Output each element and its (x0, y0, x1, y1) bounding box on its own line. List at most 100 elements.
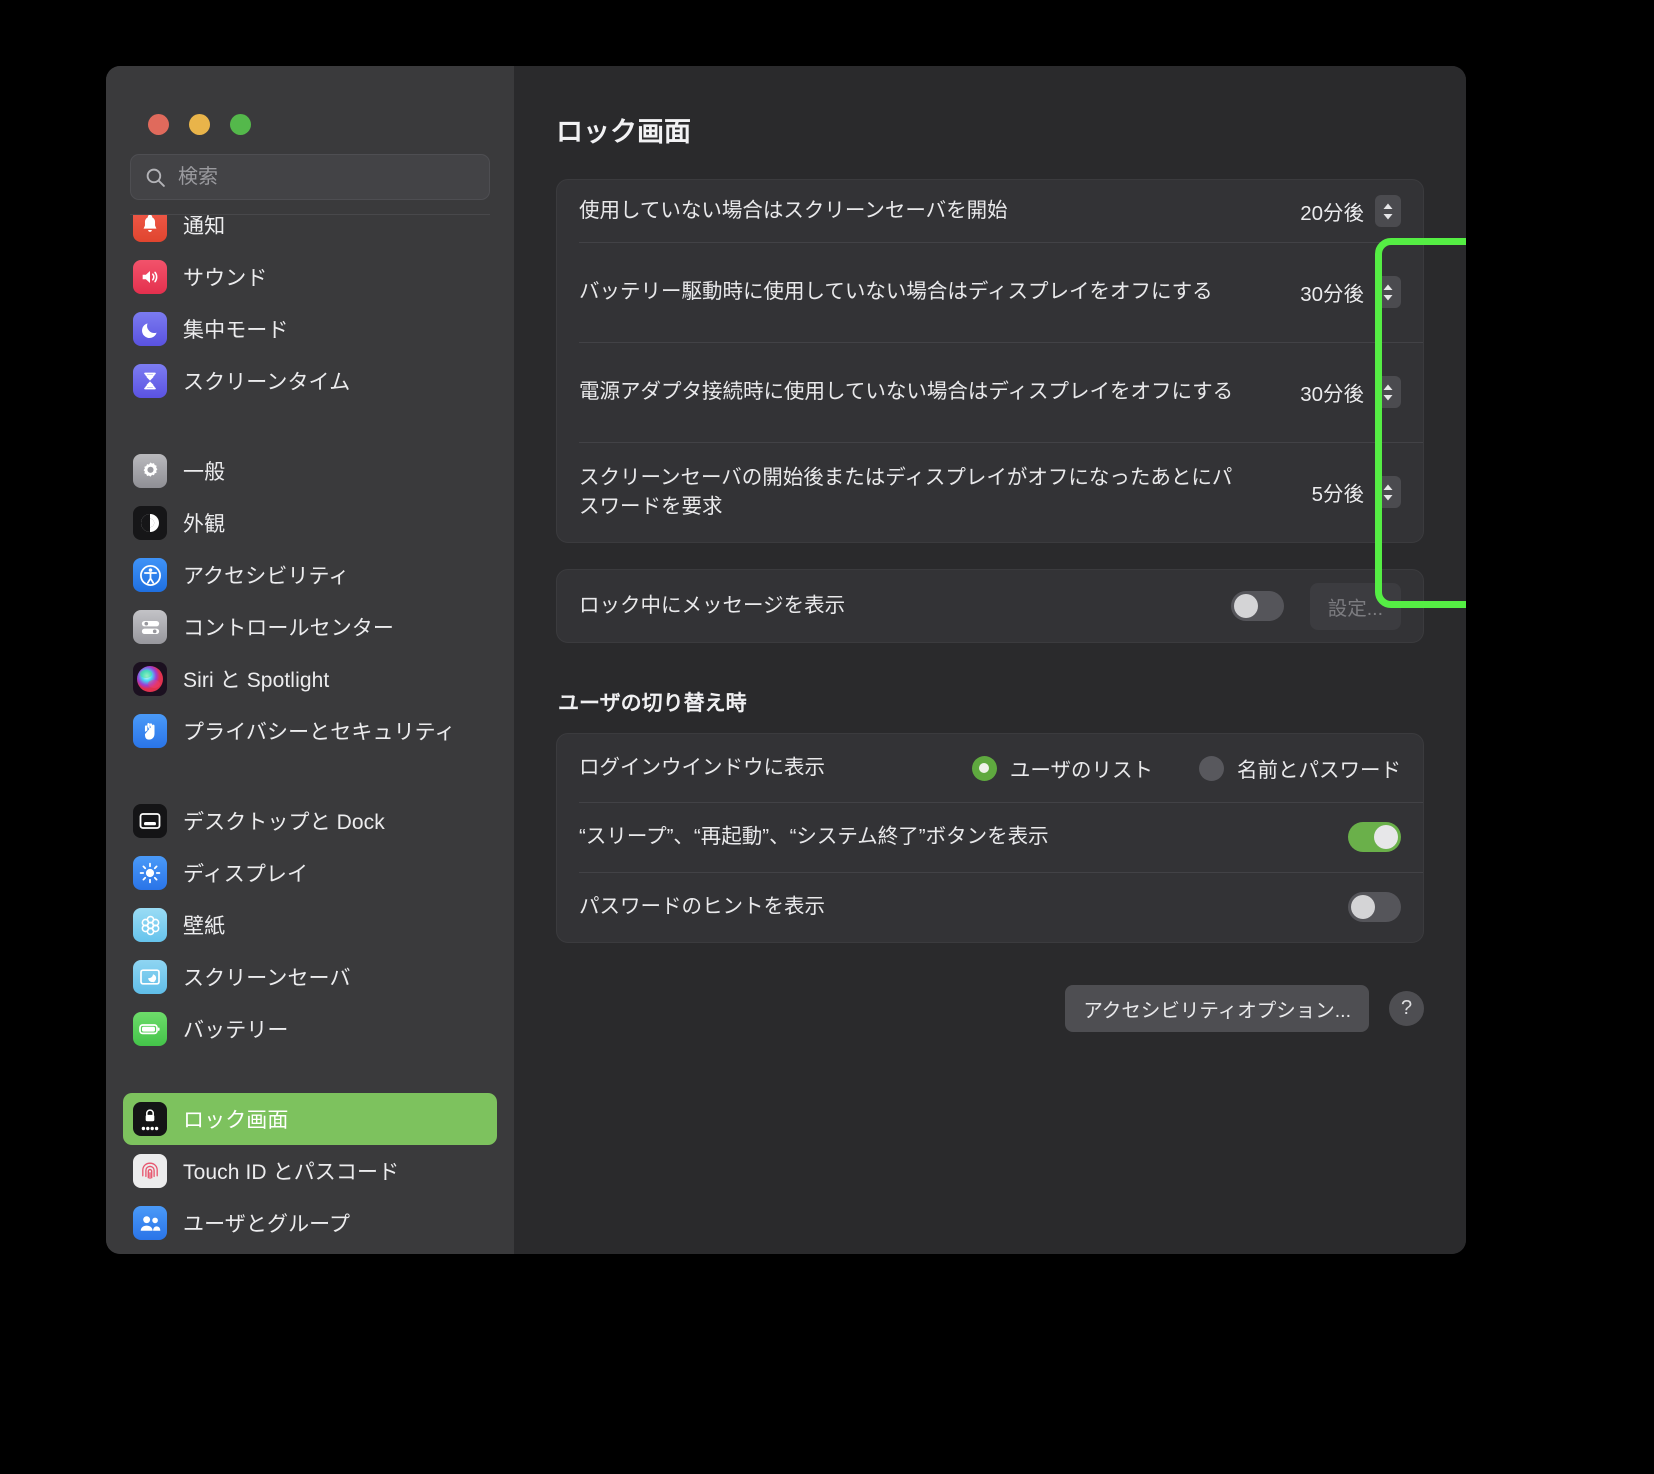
minimize-button[interactable] (189, 114, 210, 135)
radio-option-user-list[interactable]: ユーザのリスト (971, 753, 1153, 783)
page-title: ロック画面 (556, 117, 691, 147)
login-window-radio-group[interactable]: ユーザのリスト 名前とパスワード (971, 753, 1401, 783)
sidebar-group-separator (123, 757, 497, 795)
sidebar-item-label: バッテリー (183, 1019, 289, 1042)
stepper-arrows-icon[interactable] (1375, 276, 1401, 308)
password-hint-row[interactable]: パスワードのヒントを表示 (557, 872, 1423, 942)
row-label: “スリープ”、“再起動”、“システム終了”ボタンを表示 (579, 825, 1049, 849)
sidebar-item-sound[interactable]: サウンド (123, 251, 497, 303)
require-password-row[interactable]: スクリーンセーバの開始後またはディスプレイがオフになったあとにパスワードを要求 … (557, 442, 1423, 542)
stepper-arrows-icon[interactable] (1375, 195, 1401, 227)
sidebar-item-label: 外観 (183, 513, 226, 536)
power-adapter-display-off-row[interactable]: 電源アダプタ接続時に使用していない場合はディスプレイをオフにする 30分後 (557, 342, 1423, 442)
desktop-dock-icon (133, 804, 167, 838)
lock-message-row[interactable]: ロック中にメッセージを表示 設定... (557, 570, 1423, 642)
sidebar-item-siri[interactable]: Siri と Spotlight (123, 653, 497, 705)
display-icon (133, 856, 167, 890)
require-password-stepper[interactable]: 5分後 (1261, 476, 1401, 508)
zoom-button[interactable] (230, 114, 251, 135)
sidebar-item-privacy-hand[interactable]: プライバシーとセキュリティ (123, 705, 497, 757)
row-label: パスワードのヒントを表示 (579, 895, 825, 919)
screensaver-start-stepper[interactable]: 20分後 (1261, 195, 1401, 227)
sidebar-item-battery[interactable]: バッテリー (123, 1003, 497, 1055)
sidebar-item-display[interactable]: ディスプレイ (123, 847, 497, 899)
sidebar-item-label: ユーザとグループ (183, 1213, 351, 1236)
search-box[interactable] (130, 154, 490, 200)
sidebar-item-label: 一般 (183, 461, 226, 484)
lock-message-settings-button[interactable]: 設定... (1309, 582, 1401, 630)
sidebar-item-label: デスクトップと Dock (183, 811, 385, 834)
wallpaper-icon (133, 908, 167, 942)
sidebar-item-desktop-dock[interactable]: デスクトップと Dock (123, 795, 497, 847)
radio-unselected-icon[interactable] (1199, 755, 1224, 781)
control-center-icon (133, 610, 167, 644)
bottom-button-bar: アクセシビリティオプション... ? (556, 985, 1424, 1032)
toggle-knob (1351, 895, 1375, 919)
row-label: スクリーンセーバの開始後またはディスプレイがオフになったあとにパスワードを要求 (579, 465, 1233, 518)
lock-message-toggle[interactable] (1230, 591, 1284, 621)
sidebar-item-lock-screen[interactable]: ロック画面 (123, 1093, 497, 1145)
sidebar-group: ロック画面 Touch ID とパスコード ユーザとグループ (123, 1093, 497, 1249)
radio-option-name-password[interactable]: 名前とパスワード (1199, 753, 1401, 783)
battery-display-off-stepper[interactable]: 30分後 (1261, 276, 1401, 308)
sidebar-item-appearance[interactable]: 外観 (123, 497, 497, 549)
sidebar-item-touch-id[interactable]: Touch ID とパスコード (123, 1145, 497, 1197)
stepper-value: 30分後 (1300, 283, 1364, 306)
power-adapter-display-off-stepper[interactable]: 30分後 (1261, 376, 1401, 408)
appearance-icon (133, 506, 167, 540)
sidebar-nav[interactable]: 通知 サウンド 集中モード スクリーンタイム 一般 外観 アクセシビリティ コン… (106, 215, 514, 1254)
sidebar-item-label: 集中モード (183, 319, 289, 342)
sidebar-item-label: コントロールセンター (183, 617, 394, 640)
power-buttons-toggle[interactable] (1348, 822, 1401, 852)
lock-message-card: ロック中にメッセージを表示 設定... (556, 569, 1424, 643)
window-controls (106, 66, 514, 148)
sidebar-group: 通知 サウンド 集中モード スクリーンタイム (123, 215, 497, 407)
sidebar-item-screen-saver[interactable]: スクリーンセーバ (123, 951, 497, 1003)
sidebar-item-label: 通知 (183, 215, 226, 238)
sidebar-group: 一般 外観 アクセシビリティ コントロールセンター Siri と Spotlig… (123, 445, 497, 757)
sidebar-item-accessibility[interactable]: アクセシビリティ (123, 549, 497, 601)
sidebar-item-label: アクセシビリティ (183, 565, 350, 588)
sidebar-item-label: Siri と Spotlight (183, 669, 330, 692)
sidebar-item-label: スクリーンセーバ (183, 967, 351, 990)
close-button[interactable] (148, 114, 169, 135)
sidebar-item-notifications[interactable]: 通知 (123, 215, 497, 251)
radio-selected-icon[interactable] (971, 755, 997, 781)
search-input[interactable] (178, 165, 475, 189)
toggle-knob (1233, 594, 1258, 618)
sidebar-item-label: ディスプレイ (183, 863, 309, 886)
sidebar-item-screen-time[interactable]: スクリーンタイム (123, 355, 497, 407)
sidebar-item-general-gear[interactable]: 一般 (123, 445, 497, 497)
search-area (106, 148, 514, 215)
row-label: 使用していない場合はスクリーンセーバを開始 (579, 199, 1008, 223)
sidebar-group-separator (123, 1055, 497, 1093)
stepper-value: 20分後 (1300, 202, 1364, 225)
help-button[interactable]: ? (1389, 991, 1424, 1026)
stepper-value: 5分後 (1311, 483, 1364, 506)
sidebar: 通知 サウンド 集中モード スクリーンタイム 一般 外観 アクセシビリティ コン… (106, 66, 514, 1254)
power-buttons-row[interactable]: “スリープ”、“再起動”、“システム終了”ボタンを表示 (557, 802, 1423, 872)
row-label: ログインウインドウに表示 (579, 756, 825, 780)
stepper-value: 30分後 (1300, 383, 1364, 406)
sidebar-item-wallpaper[interactable]: 壁紙 (123, 899, 497, 951)
timing-settings-card: 使用していない場合はスクリーンセーバを開始 20分後 バッテリー駆動時に使用して… (556, 179, 1424, 543)
password-hint-toggle[interactable] (1348, 892, 1401, 922)
screensaver-start-row[interactable]: 使用していない場合はスクリーンセーバを開始 20分後 (557, 180, 1423, 242)
privacy-hand-icon (133, 714, 167, 748)
stepper-arrows-icon[interactable] (1375, 376, 1401, 408)
sidebar-item-label: プライバシーとセキュリティ (183, 721, 456, 744)
row-label: バッテリー駆動時に使用していない場合はディスプレイをオフにする (579, 280, 1213, 304)
system-settings-window: 通知 サウンド 集中モード スクリーンタイム 一般 外観 アクセシビリティ コン… (106, 66, 1466, 1254)
radio-label: 名前とパスワード (1237, 759, 1401, 782)
sidebar-item-users-groups[interactable]: ユーザとグループ (123, 1197, 497, 1249)
sidebar-item-focus[interactable]: 集中モード (123, 303, 497, 355)
sound-icon (133, 260, 167, 294)
battery-display-off-row[interactable]: バッテリー駆動時に使用していない場合はディスプレイをオフにする 30分後 (557, 242, 1423, 342)
accessibility-options-button[interactable]: アクセシビリティオプション... (1065, 985, 1369, 1032)
sidebar-item-label: スクリーンタイム (183, 371, 351, 394)
login-window-display-row[interactable]: ログインウインドウに表示 ユーザのリスト 名前とパスワード (557, 734, 1423, 802)
sidebar-item-control-center[interactable]: コントロールセンター (123, 601, 497, 653)
user-switching-card: ログインウインドウに表示 ユーザのリスト 名前とパスワード “スリープ”、“再起… (556, 733, 1424, 943)
stepper-arrows-icon[interactable] (1375, 476, 1401, 508)
battery-icon (133, 1012, 167, 1046)
